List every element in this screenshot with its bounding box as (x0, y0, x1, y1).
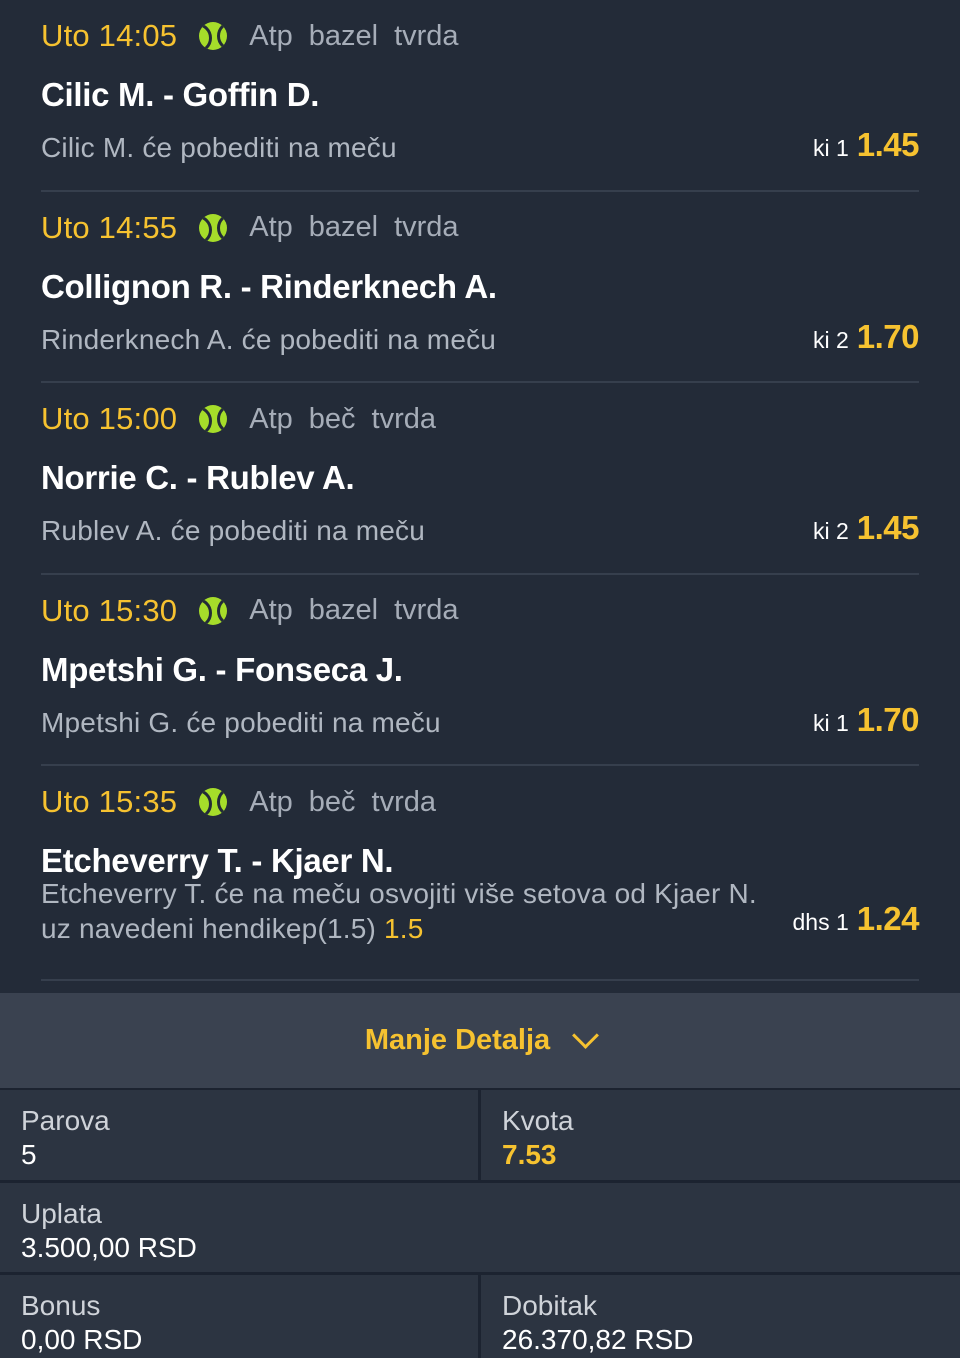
tennis-ball-icon (199, 405, 228, 433)
bonus-label: Bonus (21, 1290, 101, 1321)
summary-payout: Dobitak 26.370,82 RSD (481, 1275, 960, 1358)
tournament-city: bazel (308, 594, 379, 626)
odds-value: 1.70 (856, 317, 920, 355)
match-pick: Mpetshi G. će pobediti na meču (41, 706, 441, 738)
match-meta: Uto 15:30 Atp bazel tvrda (41, 591, 459, 631)
match-pick: Cilic M. će pobediti na meču (41, 132, 397, 163)
tournament-info: Atp bazel tvrda (249, 211, 458, 244)
match-item[interactable]: Uto 15:30 Atp bazel tvrda Mpetshi G. - F… (0, 575, 960, 766)
tennis-ball-icon (199, 213, 228, 242)
tennis-ball-icon (199, 596, 228, 625)
tournament-city: bazel (308, 19, 379, 52)
match-teams: Norrie C. - Rublev A. (41, 459, 355, 496)
summary-pairs: Parova 5 (0, 1090, 478, 1180)
match-pick: Etcheverry T. će na meču osvojiti više s… (41, 876, 761, 946)
tournament-surface: tvrda (394, 594, 459, 626)
match-item[interactable]: Uto 15:35 Atp beč tvrda Etcheverry T. - … (0, 766, 960, 993)
stake-value: 3.500,00 RSD (21, 1232, 197, 1263)
match-teams: Etcheverry T. - Kjaer N. (41, 842, 394, 879)
match-time: Uto 14:05 (41, 18, 178, 53)
tournament-surface: tvrda (394, 211, 459, 243)
payout-value: 26.370,82 RSD (502, 1324, 694, 1355)
less-details-button[interactable]: Manje Detalja (0, 993, 960, 1088)
tournament-surface: tvrda (394, 19, 459, 52)
tournament-tour: Atp (249, 594, 293, 626)
match-item[interactable]: Uto 14:55 Atp bazel tvrda Collignon R. -… (0, 192, 960, 383)
tournament-info: Atp bazel tvrda (249, 20, 458, 53)
tournament-surface: tvrda (371, 785, 437, 818)
tournament-tour: Atp (249, 19, 293, 52)
pairs-value: 5 (21, 1139, 37, 1170)
match-time: Uto 15:00 (41, 401, 178, 436)
match-teams: Mpetshi G. - Fonseca J. (41, 650, 403, 688)
less-details-label: Manje Detalja (364, 1024, 551, 1056)
match-odds: ki 1 1.45 (812, 126, 920, 164)
match-pick: Rublev A. će pobediti na meču (41, 515, 426, 546)
tournament-city: bazel (308, 211, 379, 243)
match-time: Uto 15:35 (41, 784, 178, 819)
tournament-tour: Atp (249, 402, 293, 435)
tennis-ball-icon (199, 788, 228, 816)
tournament-surface: tvrda (371, 402, 437, 435)
match-meta: Uto 14:55 Atp bazel tvrda (41, 208, 459, 248)
ticket-summary: Parova 5 Kvota 7.53 Uplata 3.500,00 RSD … (0, 1088, 960, 1358)
match-teams: Collignon R. - Rinderknech A. (41, 267, 497, 305)
handicap-value: 1.5 (384, 913, 424, 944)
tournament-city: beč (308, 785, 356, 818)
divider (41, 979, 919, 981)
match-odds: ki 2 1.45 (812, 509, 920, 547)
odds-type: ki 1 (812, 709, 849, 736)
odds-value: 1.45 (856, 126, 920, 163)
total-odds-label: Kvota (502, 1105, 574, 1136)
tournament-info: Atp bazel tvrda (249, 594, 458, 627)
match-time: Uto 15:30 (41, 592, 178, 628)
tournament-tour: Atp (249, 785, 293, 818)
tournament-city: beč (308, 402, 356, 435)
tournament-info: Atp beč tvrda (249, 403, 436, 436)
match-pick: Rinderknech A. će pobediti na meču (41, 323, 497, 355)
tournament-info: Atp beč tvrda (249, 786, 436, 819)
match-odds: ki 2 1.70 (812, 317, 920, 356)
match-item[interactable]: Uto 15:00 Atp beč tvrda Norrie C. - Rubl… (0, 383, 960, 575)
tennis-ball-icon (199, 22, 228, 50)
match-meta: Uto 15:35 Atp beč tvrda (41, 782, 436, 822)
chevron-down-icon (572, 1022, 600, 1049)
match-teams: Cilic M. - Goffin D. (41, 76, 320, 113)
bonus-value: 0,00 RSD (21, 1324, 143, 1355)
match-time: Uto 14:55 (41, 209, 178, 245)
total-odds-value: 7.53 (502, 1139, 557, 1170)
odds-type: dhs 1 (792, 909, 849, 935)
match-meta: Uto 15:00 Atp beč tvrda (41, 399, 436, 439)
ticket-matches-list: Uto 14:05 Atp bazel tvrda Cilic M. - Gof… (0, 0, 960, 993)
summary-stake: Uplata 3.500,00 RSD (0, 1183, 960, 1272)
odds-value: 1.45 (856, 509, 920, 546)
match-odds: dhs 1 1.24 (793, 900, 920, 938)
tournament-tour: Atp (249, 211, 293, 243)
odds-type: ki 2 (812, 518, 849, 544)
summary-total-odds: Kvota 7.53 (481, 1090, 960, 1180)
stake-label: Uplata (21, 1198, 102, 1229)
odds-value: 1.70 (856, 700, 920, 738)
odds-type: ki 1 (812, 135, 849, 161)
match-item[interactable]: Uto 14:05 Atp bazel tvrda Cilic M. - Gof… (0, 0, 960, 192)
match-meta: Uto 14:05 Atp bazel tvrda (41, 16, 459, 56)
odds-type: ki 2 (812, 326, 849, 353)
payout-label: Dobitak (502, 1290, 597, 1321)
summary-bonus: Bonus 0,00 RSD (0, 1275, 478, 1358)
pairs-label: Parova (21, 1105, 110, 1136)
odds-value: 1.24 (856, 900, 920, 937)
match-odds: ki 1 1.70 (812, 700, 920, 739)
